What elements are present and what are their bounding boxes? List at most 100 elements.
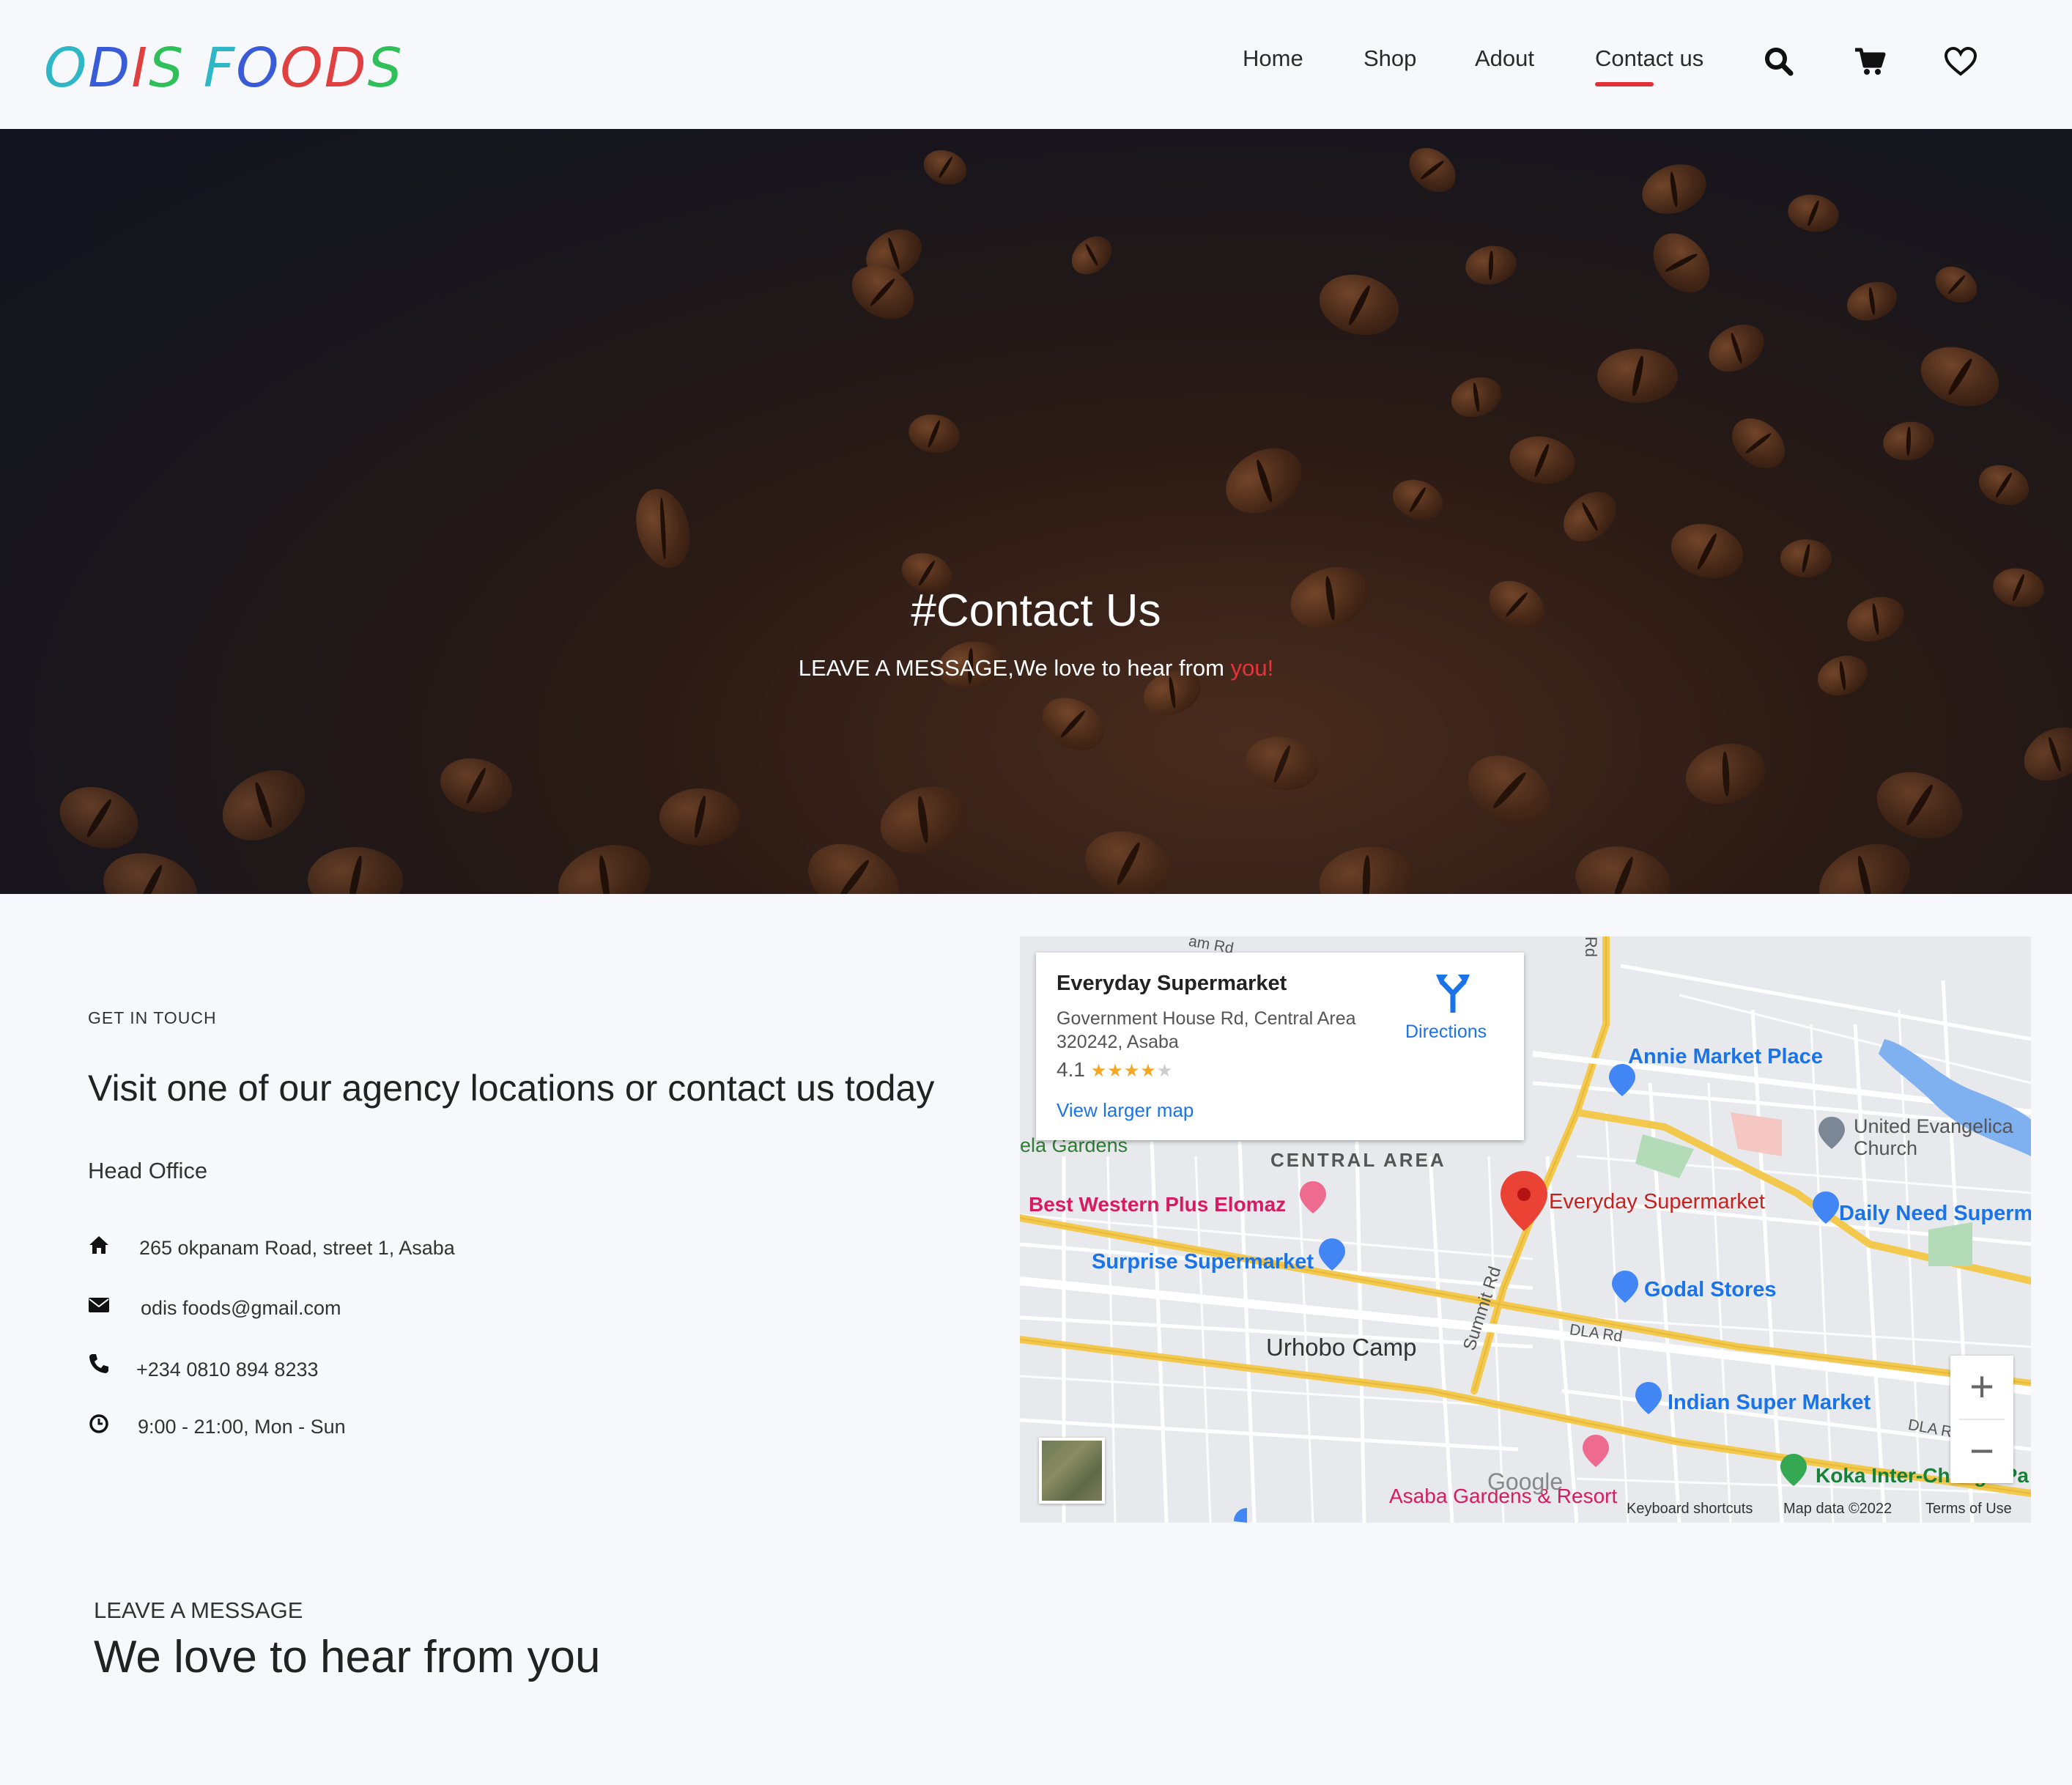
search-icon[interactable] — [1761, 44, 1797, 79]
zoom-controls: + − — [1950, 1356, 2013, 1483]
coffee-bean — [1912, 336, 2008, 417]
coffee-bean — [1597, 349, 1678, 403]
map-label-everyday: Everyday Supermarket — [1549, 1190, 1765, 1213]
coffee-bean — [906, 410, 963, 457]
rating-stars: ★★★★★ — [1091, 1061, 1174, 1081]
coffee-bean — [1867, 761, 1972, 850]
coffee-bean — [1570, 839, 1676, 894]
hero-title: #Contact Us — [911, 585, 1161, 636]
satellite-toggle[interactable] — [1039, 1438, 1105, 1504]
logo-letter: F — [203, 37, 237, 100]
coffee-bean — [870, 775, 976, 865]
map-data-text: Map data ©2022 — [1783, 1501, 1892, 1517]
message-eyebrow: LEAVE A MESSAGE — [94, 1597, 303, 1623]
coffee-bean — [919, 144, 972, 191]
hero-subtitle: LEAVE A MESSAGE,We love to hear from you… — [0, 655, 2072, 681]
head-office-label: Head Office — [88, 1158, 208, 1183]
site-header: ODIS FOODS Home Shop Adout Contact us — [0, 0, 2072, 129]
coffee-bean — [1808, 829, 1922, 894]
clock-icon — [89, 1414, 108, 1433]
map-label-daily-need: Daily Need Superm — [1839, 1202, 2031, 1225]
phone-icon — [89, 1354, 108, 1373]
coffee-bean — [1700, 314, 1773, 382]
star-icon: ★ — [1156, 1061, 1174, 1081]
nav-shop[interactable]: Shop — [1364, 45, 1416, 72]
map-label-urhobo: Urhobo Camp — [1266, 1334, 1417, 1361]
coffee-bean — [1241, 731, 1323, 797]
coffee-bean — [1033, 687, 1114, 761]
message-heading: We love to hear from you — [94, 1632, 601, 1682]
star-icon: ★ — [1140, 1061, 1157, 1081]
coffee-bean — [51, 776, 147, 860]
logo-letter: O — [280, 37, 325, 100]
place-info-card: Everyday Supermarket Government House Rd… — [1036, 953, 1524, 1140]
address-text: 265 okpanam Road, street 1, Asaba — [139, 1237, 455, 1259]
logo-letter: D — [324, 37, 368, 100]
email-text[interactable]: odis foods@gmail.com — [141, 1297, 341, 1320]
nav-contact[interactable]: Contact us — [1595, 45, 1703, 72]
coffee-bean — [1506, 431, 1579, 489]
heart-icon[interactable] — [1943, 44, 1978, 79]
home-icon — [89, 1236, 108, 1254]
coffee-bean — [2014, 716, 2072, 792]
hero-subtitle-highlight: you! — [1230, 655, 1274, 681]
star-icon: ★ — [1123, 1061, 1141, 1081]
place-address-line2: 320242, Asaba — [1057, 1032, 1179, 1052]
map-label-godal: Godal Stores — [1644, 1278, 1777, 1301]
hero-subtitle-text: LEAVE A MESSAGE,We love to hear from — [798, 655, 1231, 681]
coffee-bean — [210, 755, 318, 855]
rating-value: 4.1 — [1057, 1058, 1085, 1081]
cart-icon[interactable] — [1852, 44, 1887, 79]
coffee-bean — [1553, 481, 1627, 552]
zoom-in-button[interactable]: + — [1950, 1356, 2013, 1419]
coffee-bean — [1722, 408, 1795, 478]
coffee-bean — [1928, 259, 1984, 310]
logo-letter: S — [149, 37, 185, 100]
get-in-touch-eyebrow: GET IN TOUCH — [88, 1008, 217, 1027]
envelope-icon — [89, 1298, 109, 1312]
coffee-bean — [1880, 418, 1937, 465]
nav-about[interactable]: Adout — [1475, 45, 1534, 72]
nav-home[interactable]: Home — [1243, 45, 1303, 72]
coffee-bean — [1635, 155, 1714, 223]
map-label-church: Church — [1854, 1137, 1918, 1159]
contact-heading: Visit one of our agency locations or con… — [88, 1068, 935, 1109]
map-label-indian: Indian Super Market — [1668, 1391, 1871, 1414]
view-larger-map-link[interactable]: View larger map — [1057, 1099, 1194, 1122]
location-map[interactable]: Annie Market Place United Evangelica Chu… — [1020, 936, 2031, 1523]
site-logo[interactable]: ODIS FOODS — [44, 37, 404, 100]
place-address-line1: Government House Rd, Central Area — [1057, 1008, 1356, 1029]
directions-icon[interactable] — [1435, 972, 1471, 1013]
keyboard-shortcuts-link[interactable]: Keyboard shortcuts — [1627, 1501, 1753, 1518]
coffee-bean — [1214, 435, 1314, 527]
nav-active-indicator — [1595, 82, 1654, 86]
coffee-bean — [1387, 473, 1448, 527]
coffee-bean — [1400, 138, 1465, 202]
coffee-bean — [1780, 539, 1832, 577]
place-name: Everyday Supermarket — [1057, 972, 1287, 995]
coffee-bean — [1641, 222, 1722, 304]
star-icon: ★ — [1107, 1061, 1124, 1081]
terms-of-use-link[interactable]: Terms of Use — [1925, 1501, 2012, 1518]
map-label-surprise: Surprise Supermarket — [1092, 1250, 1314, 1274]
coffee-bean — [1679, 735, 1772, 813]
google-logo: Google — [1487, 1468, 1564, 1495]
coffee-bean — [1312, 266, 1406, 344]
map-label-central-area: CENTRAL AREA — [1270, 1149, 1446, 1171]
coffee-bean — [1462, 242, 1520, 289]
map-label-best-western: Best Western Plus Elomaz — [1029, 1193, 1287, 1216]
zoom-out-button[interactable]: − — [1950, 1420, 2013, 1483]
coffee-bean — [1077, 821, 1180, 894]
coffee-bean — [1973, 458, 2035, 512]
place-rating: 4.1 ★★★★★ — [1057, 1058, 1173, 1082]
logo-letter: O — [44, 37, 89, 100]
directions-link[interactable]: Directions — [1405, 1021, 1487, 1043]
coffee-bean — [1064, 228, 1120, 283]
coffee-bean — [95, 843, 205, 894]
logo-letter: O — [236, 37, 281, 100]
coffee-bean — [659, 788, 740, 846]
logo-letter: D — [88, 37, 132, 100]
coffee-bean — [548, 832, 661, 894]
coffee-bean — [1665, 516, 1750, 586]
phone-text[interactable]: +234 0810 894 8233 — [136, 1359, 319, 1381]
